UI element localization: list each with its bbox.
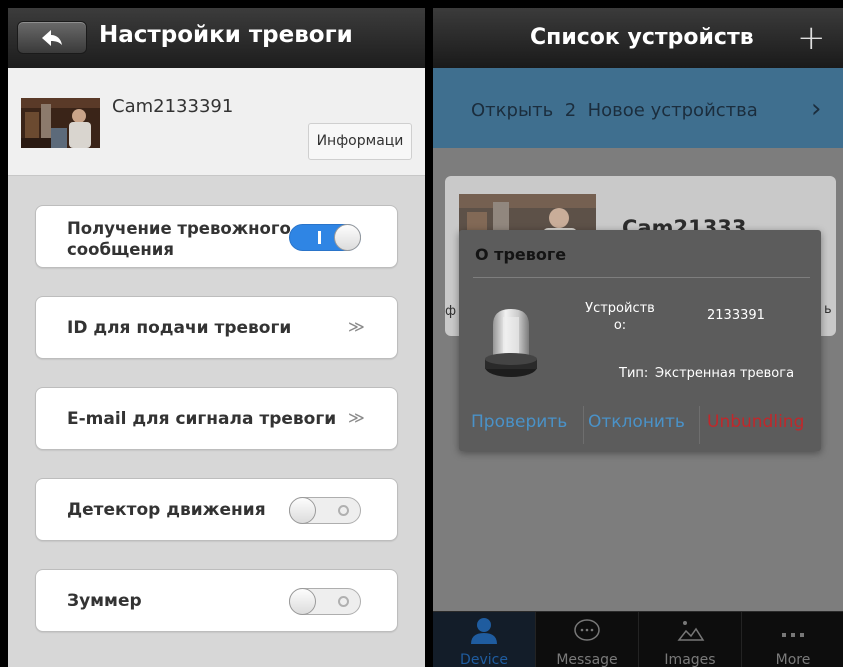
alarm-settings-header: Настройки тревоги: [8, 8, 425, 68]
new-devices-banner[interactable]: Открыть 2 Новое устройства ›: [433, 68, 843, 148]
check-button[interactable]: Проверить: [471, 412, 567, 432]
bottom-tab-bar: Device Message Images More: [433, 611, 843, 667]
device-label: Устройств о:: [585, 301, 655, 333]
camera-name: Cam2133391: [112, 96, 234, 117]
motion-detector-toggle[interactable]: [289, 497, 361, 524]
setting-label: Зуммер: [67, 591, 142, 611]
setting-alarm-email[interactable]: E-mail для сигнала тревоги ≫: [35, 387, 398, 450]
setting-buzzer[interactable]: Зуммер: [35, 569, 398, 632]
double-chevron-right-icon: ≫: [348, 317, 365, 336]
card-partial-glyph-left: ф: [445, 304, 457, 319]
alarm-dialog: О тревоге Устройств о: 2133391 Тип: Экст…: [459, 230, 821, 451]
setting-alarm-id[interactable]: ID для подачи тревоги ≫: [35, 296, 398, 359]
double-chevron-right-icon: ≫: [348, 408, 365, 427]
setting-label: E-mail для сигнала тревоги: [67, 409, 337, 429]
receive-alarm-toggle[interactable]: [289, 224, 361, 251]
tab-device[interactable]: Device: [433, 612, 535, 667]
image-icon: [677, 621, 705, 641]
toggle-knob: [289, 588, 316, 615]
person-icon: [471, 618, 497, 644]
alarm-settings-screen: Настройки тревоги Cam2133391 Информаци П…: [8, 8, 425, 667]
setting-label: Получение тревожного сообщения: [67, 219, 291, 259]
reject-button[interactable]: Отклонить: [588, 412, 685, 432]
dialog-title: О тревоге: [475, 245, 567, 264]
camera-thumbnail: [21, 98, 100, 148]
device-list-header: Список устройств +: [433, 8, 843, 68]
chevron-right-icon: ›: [811, 94, 822, 124]
chat-bubble-icon: [574, 619, 600, 641]
type-value: Экстренная тревога: [655, 366, 795, 381]
more-dots-icon: [782, 633, 804, 637]
setting-label: Детектор движения: [67, 500, 266, 520]
camera-summary: Cam2133391 Информаци: [8, 68, 425, 176]
buzzer-toggle[interactable]: [289, 588, 361, 615]
back-arrow-icon: [42, 30, 62, 46]
device-id-value: 2133391: [707, 308, 765, 323]
device-list-screen: Список устройств + Открыть 2 Новое устро…: [433, 8, 843, 667]
type-label: Тип:: [619, 366, 649, 381]
toggle-knob: [289, 497, 316, 524]
card-partial-glyph-right: ь: [824, 302, 832, 317]
tab-more[interactable]: More: [742, 612, 843, 667]
tab-images[interactable]: Images: [639, 612, 741, 667]
page-title: Настройки тревоги: [99, 22, 353, 48]
tab-message[interactable]: Message: [536, 612, 638, 667]
setting-label: ID для подачи тревоги: [67, 318, 292, 338]
info-button[interactable]: Информаци: [308, 123, 412, 160]
back-button[interactable]: [17, 21, 87, 54]
new-devices-text: Открыть 2 Новое устройства: [471, 100, 758, 121]
add-device-icon[interactable]: +: [797, 18, 826, 58]
setting-motion-detector[interactable]: Детектор движения: [35, 478, 398, 541]
page-title: Список устройств: [530, 25, 754, 50]
toggle-knob: [334, 224, 361, 251]
dialog-divider: [473, 277, 810, 278]
alarm-siren-icon: [485, 309, 537, 377]
setting-receive-alarm-message[interactable]: Получение тревожного сообщения: [35, 205, 398, 268]
unbundling-button[interactable]: Unbundling: [707, 412, 804, 432]
